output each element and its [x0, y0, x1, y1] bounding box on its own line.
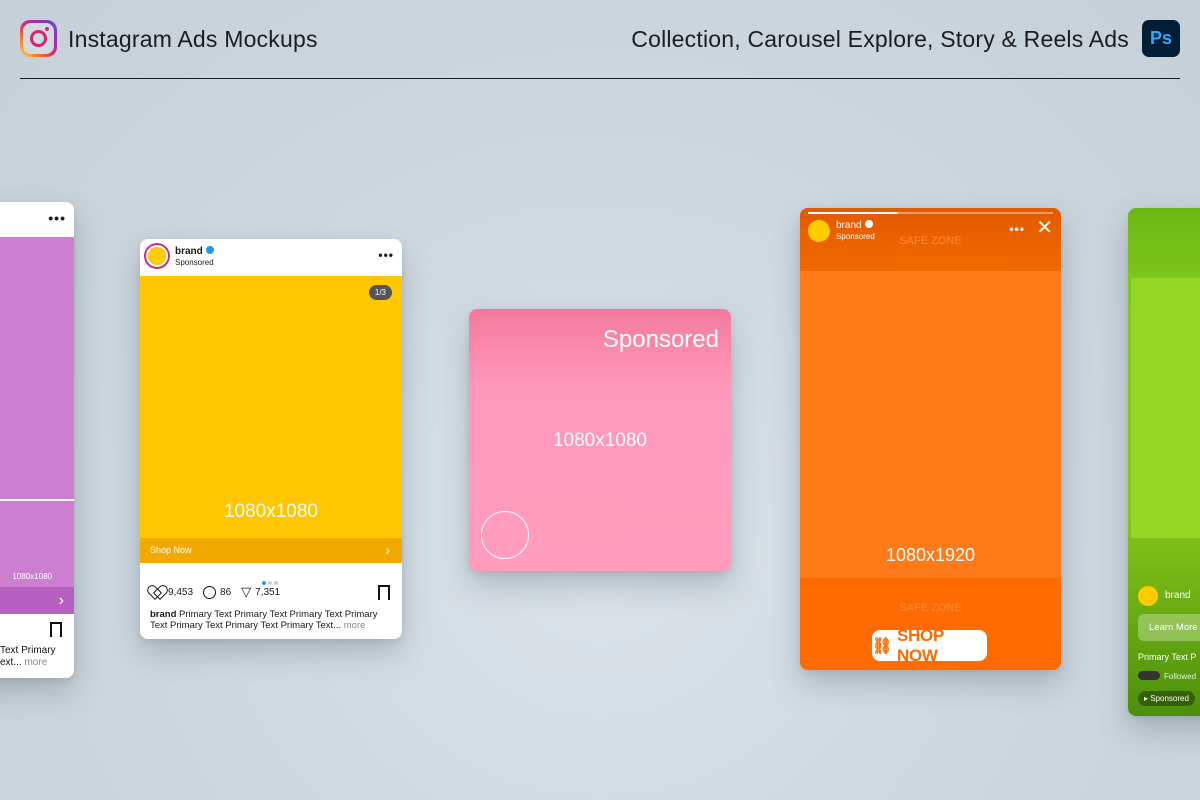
- share-count: 7,351: [255, 586, 281, 598]
- story-progress-bar: [808, 212, 1053, 214]
- comment-count: 86: [220, 586, 232, 598]
- photoshop-icon: Ps: [1142, 20, 1180, 57]
- carousel-media[interactable]: [140, 276, 402, 538]
- followed-by-label: Followed: [1138, 671, 1196, 681]
- page-title: Instagram Ads Mockups: [68, 26, 318, 52]
- caption-brand[interactable]: brand: [150, 609, 176, 620]
- avatar[interactable]: [1138, 586, 1158, 606]
- safe-zone-label: SAFE ZONE: [899, 235, 962, 247]
- caption-line: ext... more: [0, 657, 48, 668]
- send-icon[interactable]: ▽: [241, 584, 251, 600]
- collection-ad-card: ••• 1080x1080 › Text Primary ext... more: [0, 202, 74, 678]
- sponsored-label: Sponsored: [175, 258, 214, 267]
- collection-main-media: [0, 237, 74, 499]
- carousel-ad-card: brand Sponsored ••• 1/3 1080x1080 Shop N…: [140, 239, 402, 639]
- bookmark-icon[interactable]: [50, 622, 62, 637]
- media-dimension-label: 1080x1080: [12, 572, 52, 581]
- chevron-right-icon: ›: [58, 592, 64, 609]
- bookmark-icon[interactable]: [378, 585, 390, 600]
- shop-now-button[interactable]: ⛓ SHOP NOW: [872, 626, 987, 665]
- brand-name[interactable]: brand: [836, 220, 873, 231]
- cta-label: Shop Now: [150, 545, 192, 555]
- primary-text: Primary Text P: [1138, 652, 1197, 662]
- comment-icon[interactable]: [203, 585, 217, 599]
- avatar[interactable]: [146, 245, 168, 267]
- sponsored-label: Sponsored: [602, 326, 719, 353]
- caption-line: Text Primary Text Primary Text Primary T…: [150, 620, 366, 631]
- verified-badge-icon: [205, 246, 214, 254]
- profile-ring-icon: [481, 511, 529, 559]
- caption-line: Text Primary: [0, 645, 56, 656]
- chevron-right-icon: ›: [385, 542, 390, 558]
- sponsored-badge: ▸ Sponsored: [1138, 691, 1195, 706]
- more-options-icon[interactable]: •••: [1009, 222, 1025, 236]
- shop-now-button[interactable]: Shop Now ›: [140, 538, 402, 563]
- more-link[interactable]: more: [24, 657, 47, 668]
- reels-ad-card: brand Learn More Primary Text P Followed…: [1128, 208, 1200, 716]
- heart-icon[interactable]: [150, 586, 164, 599]
- more-options-icon[interactable]: •••: [378, 248, 394, 262]
- action-bar: 9,453 86 ▽ 7,351: [150, 584, 280, 600]
- media-dimension-label: 1080x1920: [885, 545, 976, 565]
- media-dimension-label: 1080x1080: [223, 501, 319, 522]
- follower-avatars-icon: [1138, 671, 1160, 680]
- cta-button[interactable]: ›: [0, 587, 74, 614]
- link-icon: ⛓: [872, 637, 893, 655]
- brand-name[interactable]: brand: [175, 246, 214, 257]
- safe-zone-label: SAFE ZONE: [899, 602, 962, 614]
- explore-ad-card[interactable]: Sponsored 1080x1080: [469, 309, 731, 571]
- media-dimension-label: 1080x1080: [552, 430, 648, 451]
- verified-badge-icon: [864, 220, 873, 228]
- more-options-icon[interactable]: •••: [48, 210, 66, 226]
- page-subtitle: Collection, Carousel Explore, Story & Re…: [631, 26, 1129, 52]
- more-link[interactable]: more: [344, 620, 366, 631]
- header: Instagram Ads Mockups Collection, Carous…: [20, 0, 1180, 79]
- reels-media[interactable]: [1131, 278, 1200, 538]
- brand-name[interactable]: brand: [1165, 590, 1191, 601]
- story-ad-card: brand Sponsored ••• ✕ SAFE ZONE SAFE ZON…: [800, 208, 1061, 670]
- cta-label: SHOP NOW: [897, 625, 944, 665]
- learn-more-button[interactable]: Learn More: [1138, 614, 1200, 641]
- instagram-logo-icon: [20, 20, 57, 57]
- like-count: 9,453: [168, 586, 194, 598]
- carousel-pager-badge: 1/3: [368, 285, 392, 300]
- caption-line: brand Primary Text Primary Text Primary …: [150, 609, 378, 620]
